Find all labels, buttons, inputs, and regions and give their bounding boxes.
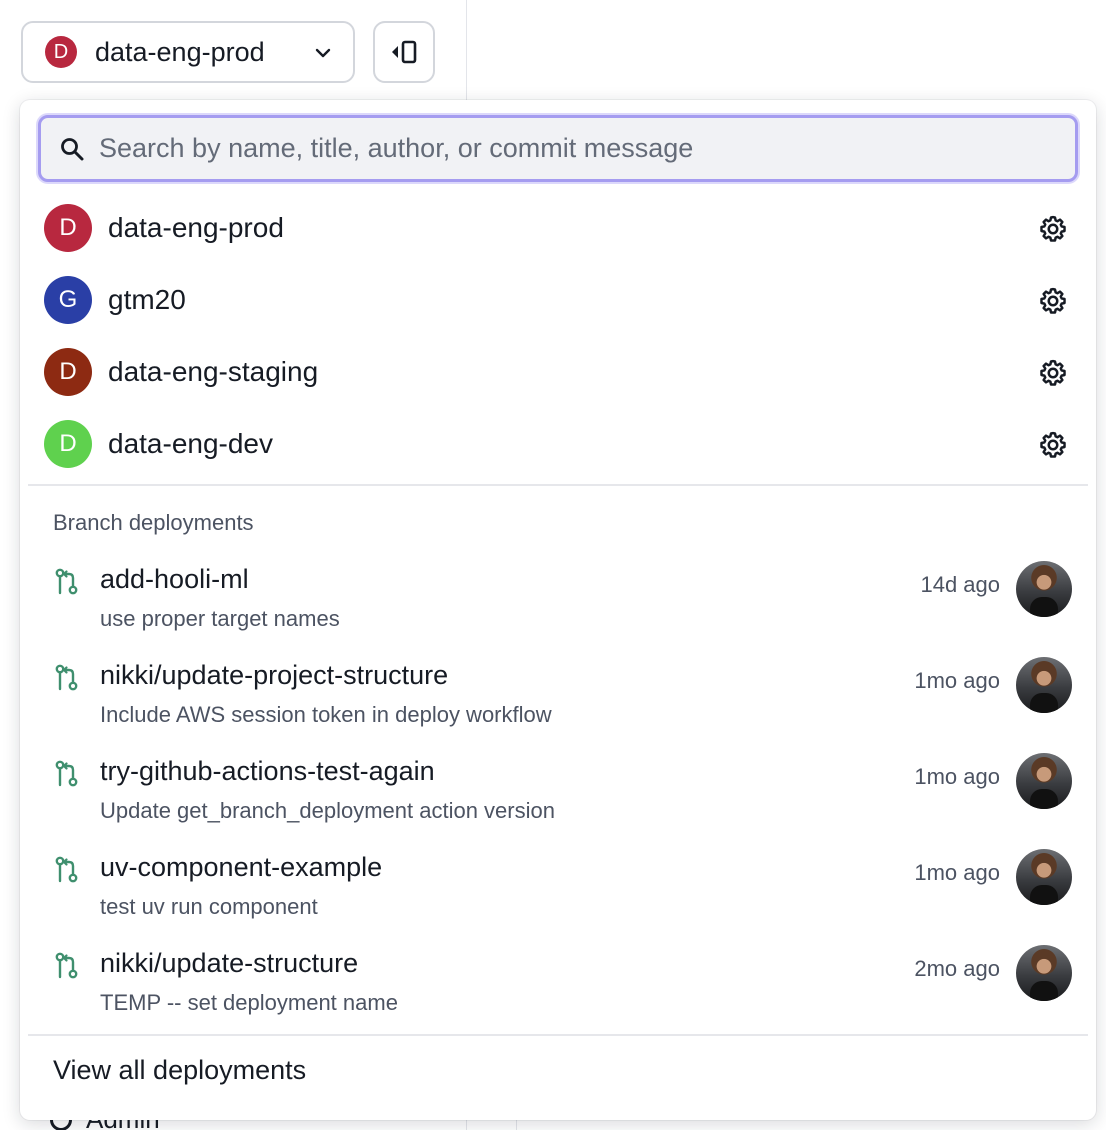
deployment-switcher-button[interactable]: D data-eng-prod [21, 21, 355, 83]
deployment-name: data-eng-staging [108, 356, 319, 387]
deployment-name: gtm20 [108, 284, 186, 315]
gear-icon[interactable] [1038, 286, 1068, 316]
branch-deployment-item[interactable]: nikki/update-structure TEMP -- set deplo… [20, 932, 1096, 1028]
author-avatar [1016, 849, 1072, 905]
gear-icon[interactable] [1038, 358, 1068, 388]
git-branch-icon [55, 568, 78, 595]
author-avatar [1016, 945, 1072, 1001]
deployment-item-data-eng-staging[interactable]: D data-eng-staging [20, 336, 1096, 408]
branch-deployment-item[interactable]: nikki/update-project-structure Include A… [20, 644, 1096, 740]
deployment-avatar: D [45, 36, 77, 68]
deployment-item-gtm20[interactable]: G gtm20 [20, 264, 1096, 336]
relative-time: 1mo ago [914, 668, 1000, 693]
deployment-avatar: G [44, 276, 92, 324]
gear-icon[interactable] [1038, 430, 1068, 460]
search-input[interactable] [99, 133, 1059, 164]
deployment-item-data-eng-prod[interactable]: D data-eng-prod [20, 192, 1096, 264]
branch-deployment-item[interactable]: try-github-actions-test-again Update get… [20, 740, 1096, 836]
collapse-sidebar-icon [392, 40, 417, 64]
git-branch-icon [55, 760, 78, 787]
branch-name: uv-component-example [100, 852, 383, 882]
branch-deployment-item[interactable]: uv-component-example test uv run compone… [20, 836, 1096, 932]
deployment-item-data-eng-dev[interactable]: D data-eng-dev [20, 408, 1096, 480]
footer-divider [28, 1034, 1088, 1036]
branch-name: nikki/update-project-structure [100, 660, 449, 690]
author-avatar [1016, 753, 1072, 809]
branch-deployment-list: add-hooli-ml use proper target names 14d… [20, 548, 1096, 1028]
commit-message: use proper target names [100, 606, 340, 631]
relative-time: 1mo ago [914, 764, 1000, 789]
deployment-avatar: D [44, 420, 92, 468]
commit-message: Include AWS session token in deploy work… [100, 702, 552, 727]
author-avatar [1016, 561, 1072, 617]
branch-deployment-item[interactable]: add-hooli-ml use proper target names 14d… [20, 548, 1096, 644]
relative-time: 14d ago [920, 572, 1000, 597]
deployment-avatar: D [44, 348, 92, 396]
deployment-avatar: D [44, 204, 92, 252]
commit-message: Update get_branch_deployment action vers… [100, 798, 555, 823]
view-all-deployments-link[interactable]: View all deployments [53, 1055, 306, 1086]
deployment-name: data-eng-dev [108, 428, 274, 459]
search-box[interactable] [38, 115, 1078, 182]
author-avatar [1016, 657, 1072, 713]
git-branch-icon [55, 856, 78, 883]
git-branch-icon [55, 952, 78, 979]
selected-deployment-label: data-eng-prod [95, 36, 265, 67]
gear-icon[interactable] [1038, 214, 1068, 244]
deployment-name: data-eng-prod [108, 212, 284, 243]
relative-time: 2mo ago [914, 956, 1000, 981]
deployment-switcher-popover: D data-eng-prod G gtm20 D data-eng-stagi… [20, 100, 1096, 1120]
branch-name: nikki/update-structure [100, 948, 359, 978]
branch-name: add-hooli-ml [100, 564, 249, 594]
branch-deployments-heading: Branch deployments [53, 510, 254, 535]
relative-time: 1mo ago [914, 860, 1000, 885]
branch-name: try-github-actions-test-again [100, 756, 435, 786]
commit-message: TEMP -- set deployment name [100, 990, 398, 1015]
git-branch-icon [55, 664, 78, 691]
collapse-sidebar-button[interactable] [373, 21, 435, 83]
chevron-down-icon [315, 48, 331, 58]
section-divider [28, 484, 1088, 486]
search-icon [61, 137, 84, 160]
deployment-list: D data-eng-prod G gtm20 D data-eng-stagi… [20, 192, 1096, 480]
commit-message: test uv run component [100, 894, 318, 919]
